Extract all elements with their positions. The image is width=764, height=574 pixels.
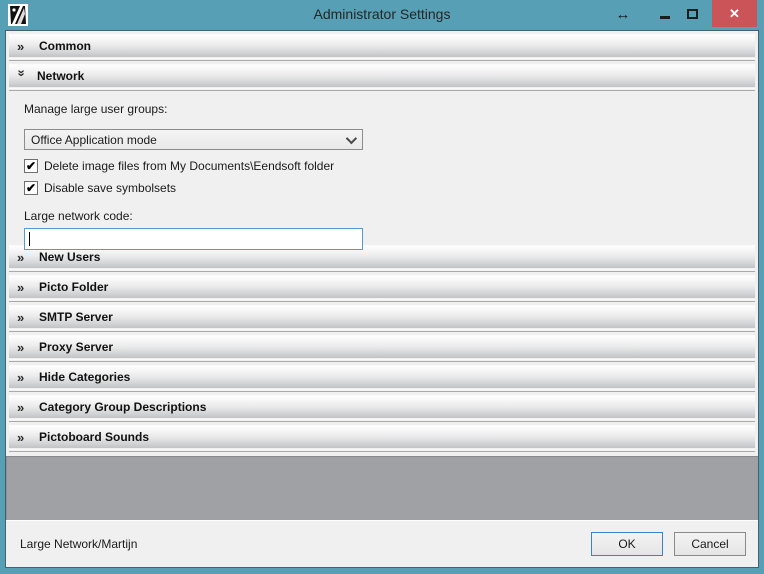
minimize-icon xyxy=(660,16,670,19)
cancel-button[interactable]: Cancel xyxy=(674,532,746,556)
footer-bar: Large Network/Martijn OK Cancel xyxy=(6,520,758,567)
chevron-double-right-icon: » xyxy=(17,341,35,354)
checkbox-row: ✔ Disable save symbolsets xyxy=(24,181,755,195)
manage-groups-label: Manage large user groups: xyxy=(24,97,755,116)
network-code-input[interactable] xyxy=(24,228,363,250)
accordion-header-network[interactable]: » Network xyxy=(9,64,755,87)
resize-icon[interactable]: ↔ xyxy=(608,0,638,28)
administrator-settings-window: Administrator Settings ↔ ✕ » Common » Ne… xyxy=(0,0,764,574)
accordion-label: SMTP Server xyxy=(39,310,113,324)
accordion-label: Hide Categories xyxy=(39,370,130,384)
checkbox-label: Delete image files from My Documents\Een… xyxy=(44,159,334,173)
user-groups-mode-dropdown[interactable]: Office Application mode xyxy=(24,129,363,150)
app-logo-icon xyxy=(8,4,28,26)
chevron-double-down-icon: » xyxy=(16,69,29,83)
network-panel: Manage large user groups: Office Applica… xyxy=(9,91,755,245)
divider xyxy=(9,451,755,452)
check-icon: ✔ xyxy=(26,182,36,194)
accordion-label: Network xyxy=(37,69,84,83)
chevron-double-right-icon: » xyxy=(17,371,35,384)
checkbox-label: Disable save symbolsets xyxy=(44,181,176,195)
chevron-double-right-icon: » xyxy=(17,431,35,444)
accordion-header-picto-folder[interactable]: » Picto Folder xyxy=(9,275,755,298)
network-code-input-wrap xyxy=(24,228,363,250)
accordion-label: Common xyxy=(39,39,91,53)
chevron-down-icon xyxy=(346,132,357,143)
checkbox-row: ✔ Delete image files from My Documents\E… xyxy=(24,159,755,173)
dialog-body: » Common » Network Manage large user gro… xyxy=(5,30,759,568)
accordion-header-proxy-server[interactable]: » Proxy Server xyxy=(9,335,755,358)
chevron-double-right-icon: » xyxy=(17,311,35,324)
network-code-label: Large network code: xyxy=(24,204,755,223)
chevron-double-right-icon: » xyxy=(17,40,35,53)
maximize-icon xyxy=(687,9,698,19)
accordion-label: Pictoboard Sounds xyxy=(39,430,149,444)
chevron-double-right-icon: » xyxy=(17,401,35,414)
chevron-double-right-icon: » xyxy=(17,281,35,294)
titlebar: Administrator Settings ↔ ✕ xyxy=(0,0,764,30)
accordion-header-hide-categories[interactable]: » Hide Categories xyxy=(9,365,755,388)
empty-gray-area xyxy=(6,456,758,520)
accordion-header-common[interactable]: » Common xyxy=(9,34,755,57)
maximize-button[interactable] xyxy=(678,0,706,28)
minimize-button[interactable] xyxy=(652,0,678,28)
text-caret xyxy=(29,232,30,246)
settings-accordion: » Common » Network Manage large user gro… xyxy=(6,31,758,452)
accordion-label: Proxy Server xyxy=(39,340,113,354)
checkbox-disable-save-symbolsets[interactable]: ✔ xyxy=(24,181,38,195)
accordion-header-category-group-descriptions[interactable]: » Category Group Descriptions xyxy=(9,395,755,418)
accordion-header-pictoboard-sounds[interactable]: » Pictoboard Sounds xyxy=(9,425,755,448)
status-text: Large Network/Martijn xyxy=(20,537,137,551)
accordion-label: Category Group Descriptions xyxy=(39,400,206,414)
close-button[interactable]: ✕ xyxy=(712,0,757,27)
checkbox-delete-image-files[interactable]: ✔ xyxy=(24,159,38,173)
accordion-label: New Users xyxy=(39,250,100,264)
accordion-header-smtp-server[interactable]: » SMTP Server xyxy=(9,305,755,328)
titlebar-controls: ↔ ✕ xyxy=(608,0,764,30)
dropdown-selected-value: Office Application mode xyxy=(31,133,346,147)
chevron-double-right-icon: » xyxy=(17,251,35,264)
footer-buttons: OK Cancel xyxy=(591,532,746,556)
ok-button[interactable]: OK xyxy=(591,532,663,556)
check-icon: ✔ xyxy=(26,160,36,172)
accordion-label: Picto Folder xyxy=(39,280,108,294)
